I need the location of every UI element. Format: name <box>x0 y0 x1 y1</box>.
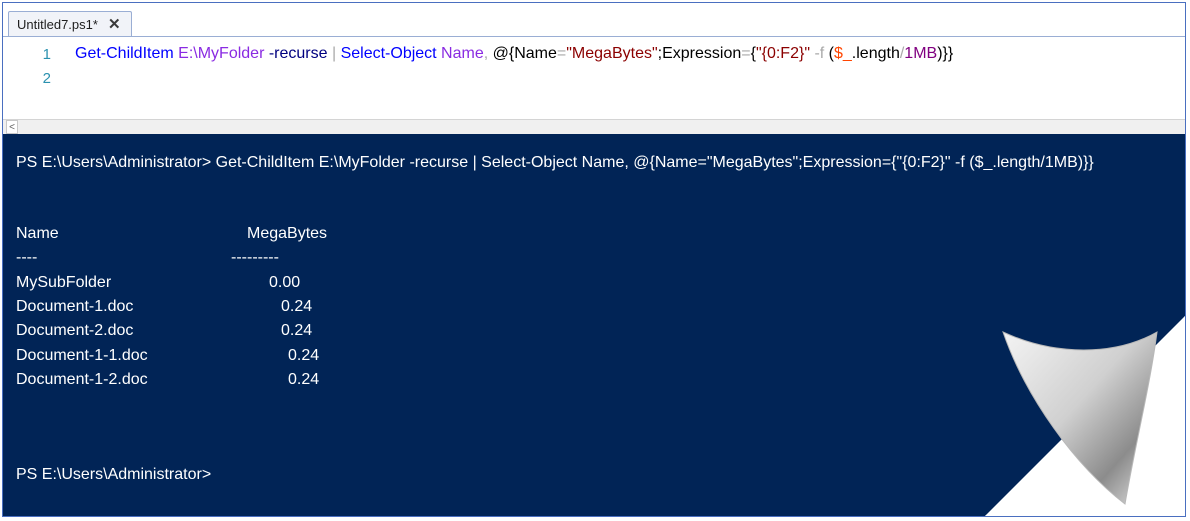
editor-line-2: 2 <box>3 66 75 90</box>
code-text: Get-ChildItem E:\MyFolder -recurse | Sel… <box>75 45 953 63</box>
row-megabytes: 0.24 <box>281 322 313 339</box>
token-arg: Name <box>436 45 484 62</box>
token-key: Name <box>514 45 557 62</box>
row-megabytes: 0.24 <box>281 298 313 315</box>
token-variable: $_ <box>834 45 852 62</box>
powershell-ise-window: Untitled7.ps1* ✕ 1 Get-ChildItem E:\MyFo… <box>2 2 1186 517</box>
token-eq: = <box>741 45 751 62</box>
row-name: Document-1-1.doc <box>16 347 148 364</box>
column-header-name: Name <box>16 225 59 242</box>
token-hash-open: @{ <box>488 45 515 62</box>
console-command-line: PS E:\Users\Administrator> Get-ChildItem… <box>16 154 1094 171</box>
token-member: .length <box>851 45 900 62</box>
token-eq: = <box>556 45 567 62</box>
script-editor[interactable]: 1 Get-ChildItem E:\MyFolder -recurse | S… <box>3 37 1185 119</box>
row-name: MySubFolder <box>16 274 112 291</box>
token-key: ;Expression <box>657 45 742 62</box>
token-close: )}} <box>937 45 954 62</box>
token-pipe: | <box>327 45 337 62</box>
row-name: Document-1.doc <box>16 298 134 315</box>
separator-name: ---- <box>16 249 38 266</box>
row-megabytes: 0.24 <box>288 347 320 364</box>
separator-megabytes: --------- <box>231 249 279 266</box>
token-string: "{0:F2}" <box>755 45 810 62</box>
row-megabytes: 0.00 <box>269 274 301 291</box>
token-cmdlet: Select-Object <box>336 45 437 62</box>
tab-untitled7[interactable]: Untitled7.ps1* ✕ <box>8 11 132 37</box>
token-param: -recurse <box>264 45 328 62</box>
column-header-megabytes: MegaBytes <box>247 225 328 242</box>
row-name: Document-2.doc <box>16 322 134 339</box>
token-op: -f <box>810 45 825 62</box>
token-cmdlet: Get-ChildItem <box>75 45 174 62</box>
line-number: 2 <box>42 69 51 87</box>
tab-title: Untitled7.ps1* <box>17 17 98 32</box>
close-icon[interactable]: ✕ <box>108 17 121 32</box>
horizontal-scrollbar[interactable]: < <box>3 119 1185 134</box>
token-number: 1MB <box>904 45 938 62</box>
token-path: E:\MyFolder <box>173 45 265 62</box>
editor-line-1: 1 Get-ChildItem E:\MyFolder -recurse | S… <box>3 42 954 66</box>
page-curl-decoration <box>985 316 1185 516</box>
row-megabytes: 0.24 <box>288 371 320 388</box>
chevron-left-icon[interactable]: < <box>6 120 18 134</box>
tab-strip: Untitled7.ps1* ✕ <box>3 3 1185 37</box>
token-string: "MegaBytes" <box>566 45 658 62</box>
row-name: Document-1-2.doc <box>16 371 148 388</box>
line-number: 1 <box>42 45 51 63</box>
token-paren: ( <box>824 45 834 62</box>
console-prompt: PS E:\Users\Administrator> <box>16 466 212 483</box>
